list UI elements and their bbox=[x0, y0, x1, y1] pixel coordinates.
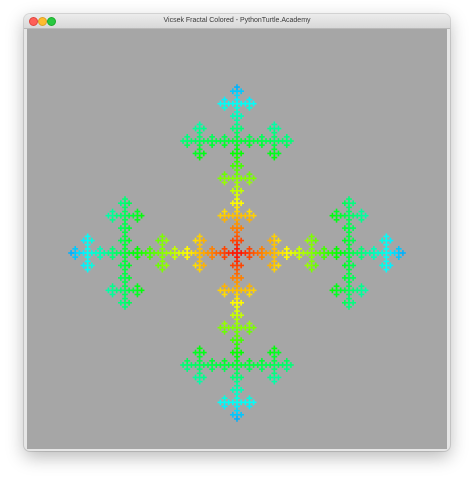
title-bar[interactable]: Vicsek Fractal Colored - PythonTurtle.Ac… bbox=[24, 14, 450, 29]
window-title: Vicsek Fractal Colored - PythonTurtle.Ac… bbox=[163, 17, 311, 24]
vicsek-fractal bbox=[68, 84, 406, 422]
app-window: Vicsek Fractal Colored - PythonTurtle.Ac… bbox=[24, 14, 450, 451]
turtle-canvas bbox=[27, 29, 447, 449]
